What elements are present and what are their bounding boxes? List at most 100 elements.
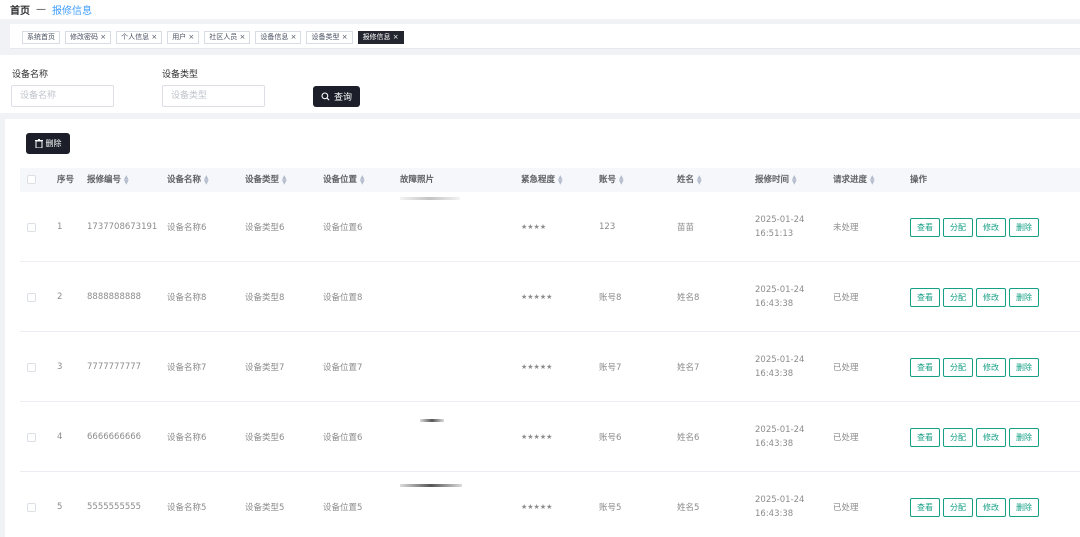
cell-name: 设备名称6 <box>167 433 207 443</box>
cell-code: 1737708673191 <box>87 222 158 232</box>
cell-progress: 已处理 <box>833 293 859 303</box>
tab-item[interactable]: 个人信息 × <box>116 31 163 44</box>
cell-index: 2 <box>57 292 63 302</box>
device-type-input[interactable] <box>162 85 265 107</box>
assign-button[interactable]: 分配 <box>943 497 973 517</box>
cell-progress: 已处理 <box>833 433 859 443</box>
sort-caret-icon: ▲ ▼ <box>124 173 129 186</box>
view-button[interactable]: 查看 <box>910 357 940 377</box>
breadcrumb-home[interactable]: 首页 <box>10 2 30 17</box>
edit-button[interactable]: 修改 <box>976 427 1006 447</box>
delete-button[interactable]: 删除 <box>1009 287 1039 307</box>
table-header: 序号 报修编号 ▲ ▼ 设备名称 ▲ ▼ 设备类型 ▲ ▼ 设备位置 ▲ ▼ 故障照片 紧急程度… <box>20 168 1080 192</box>
row-checkbox[interactable] <box>27 503 36 512</box>
cell-time: 2025-01-24 16:43:38 <box>755 285 805 309</box>
trash-icon <box>34 139 43 148</box>
edit-button[interactable]: 修改 <box>976 217 1006 237</box>
cell-index: 4 <box>57 432 63 442</box>
cell-location: 设备位置5 <box>323 503 363 513</box>
sort-caret-icon: ▲ ▼ <box>619 173 624 186</box>
row-checkbox[interactable] <box>27 363 36 372</box>
sort-caret-icon: ▲ ▼ <box>558 173 563 186</box>
batch-delete-button[interactable]: 删除 <box>26 133 70 154</box>
header-progress[interactable]: 请求进度 ▲ ▼ <box>833 168 875 192</box>
cell-index: 3 <box>57 362 63 372</box>
table-panel: 删除 序号 报修编号 ▲ ▼ 设备名称 ▲ ▼ 设备类型 ▲ ▼ 设备位置 ▲ ▼ 故障照片 紧… <box>5 119 1080 537</box>
breadcrumb: 首页 — 报修信息 <box>0 0 1080 19</box>
header-code[interactable]: 报修编号 ▲ ▼ <box>87 168 129 192</box>
query-button[interactable]: 查询 <box>313 86 360 107</box>
view-button[interactable]: 查看 <box>910 427 940 447</box>
cell-type: 设备类型5 <box>245 503 285 513</box>
cell-progress: 未处理 <box>833 223 859 233</box>
header-index: 序号 <box>57 175 75 185</box>
row-checkbox[interactable] <box>27 223 36 232</box>
delete-button[interactable]: 删除 <box>1009 497 1039 517</box>
fault-photo <box>420 419 444 422</box>
breadcrumb-separator: — <box>36 4 46 15</box>
cell-person: 苗苗 <box>677 223 695 233</box>
cell-code: 6666666666 <box>87 432 142 442</box>
header-urgency[interactable]: 紧急程度 ▲ ▼ <box>521 168 563 192</box>
tab-item[interactable]: 社区人员 × <box>204 31 251 44</box>
row-actions: 查看 分配 修改 删除 <box>910 402 1039 472</box>
breadcrumb-current: 报修信息 <box>52 6 92 17</box>
cell-time: 2025-01-24 16:43:38 <box>755 495 805 519</box>
assign-button[interactable]: 分配 <box>943 217 973 237</box>
header-name[interactable]: 设备名称 ▲ ▼ <box>167 168 209 192</box>
cell-urgency: ★★★★★ <box>521 363 553 371</box>
select-all-checkbox[interactable] <box>27 175 36 184</box>
cell-code: 8888888888 <box>87 292 142 302</box>
cell-account: 账号7 <box>599 363 622 373</box>
delete-button[interactable]: 删除 <box>1009 217 1039 237</box>
delete-button[interactable]: 删除 <box>1009 427 1039 447</box>
assign-button[interactable]: 分配 <box>943 427 973 447</box>
cell-account: 123 <box>599 222 616 232</box>
tab-item[interactable]: 设备类型 × <box>306 31 353 44</box>
cell-type: 设备类型8 <box>245 293 285 303</box>
header-person[interactable]: 姓名 ▲ ▼ <box>677 168 702 192</box>
header-account[interactable]: 账号 ▲ ▼ <box>599 168 624 192</box>
tab-item[interactable]: 用户 × <box>167 31 200 44</box>
sort-caret-icon: ▲ ▼ <box>360 173 365 186</box>
cell-name: 设备名称6 <box>167 223 207 233</box>
cell-urgency: ★★★★★ <box>521 293 553 301</box>
cell-person: 姓名5 <box>677 503 700 513</box>
device-name-label: 设备名称 <box>12 70 49 80</box>
header-actions: 操作 <box>910 175 928 185</box>
tab-item[interactable]: 修改密码 × <box>65 31 112 44</box>
view-button[interactable]: 查看 <box>910 287 940 307</box>
device-name-input[interactable] <box>11 85 114 107</box>
cell-person: 姓名8 <box>677 293 700 303</box>
table-row: 5 5555555555 设备名称5 设备类型5 设备位置5 ★★★★★ 账号5 姓名5 202… <box>20 472 1080 537</box>
tab-item[interactable]: 报修信息 × <box>357 31 404 44</box>
assign-button[interactable]: 分配 <box>943 287 973 307</box>
assign-button[interactable]: 分配 <box>943 357 973 377</box>
tags-bar: 系统首页 修改密码 × 个人信息 × 用户 × 社区人员 × 设备信息 × 设备类型 × 报修… <box>10 24 1080 49</box>
tab-item[interactable]: 系统首页 <box>22 31 60 44</box>
cell-location: 设备位置8 <box>323 293 363 303</box>
tab-item[interactable]: 设备信息 × <box>255 31 302 44</box>
cell-person: 姓名6 <box>677 433 700 443</box>
cell-person: 姓名7 <box>677 363 700 373</box>
edit-button[interactable]: 修改 <box>976 357 1006 377</box>
header-location[interactable]: 设备位置 ▲ ▼ <box>323 168 365 192</box>
table-row: 2 8888888888 设备名称8 设备类型8 设备位置8 ★★★★★ 账号8 姓名8 202… <box>20 262 1080 332</box>
sort-caret-icon: ▲ ▼ <box>697 173 702 186</box>
header-type[interactable]: 设备类型 ▲ ▼ <box>245 168 287 192</box>
cell-urgency: ★★★★★ <box>521 503 553 511</box>
row-actions: 查看 分配 修改 删除 <box>910 192 1039 262</box>
edit-button[interactable]: 修改 <box>976 497 1006 517</box>
header-time[interactable]: 报修时间 ▲ ▼ <box>755 168 797 192</box>
cell-account: 账号5 <box>599 503 622 513</box>
view-button[interactable]: 查看 <box>910 217 940 237</box>
cell-location: 设备位置7 <box>323 363 363 373</box>
view-button[interactable]: 查看 <box>910 497 940 517</box>
row-checkbox[interactable] <box>27 433 36 442</box>
batch-delete-label: 删除 <box>45 139 62 148</box>
edit-button[interactable]: 修改 <box>976 287 1006 307</box>
row-checkbox[interactable] <box>27 293 36 302</box>
delete-button[interactable]: 删除 <box>1009 357 1039 377</box>
cell-progress: 已处理 <box>833 363 859 373</box>
fault-photo <box>400 484 462 487</box>
